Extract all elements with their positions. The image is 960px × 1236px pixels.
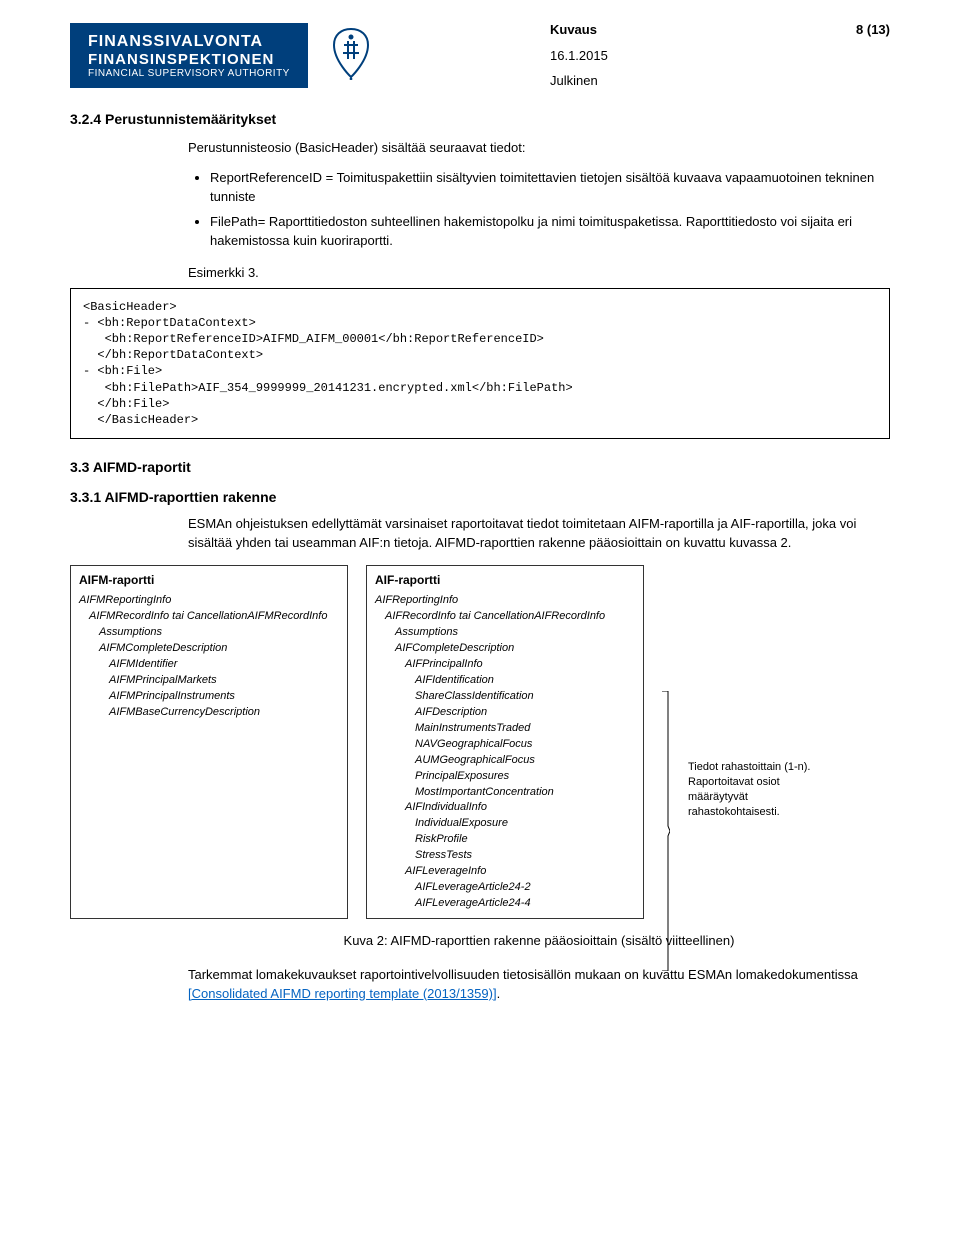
section-3-3-heading: 3.3 AIFMD-raportit — [70, 459, 890, 475]
diagram-item: AIFReportingInfo — [375, 593, 635, 609]
diagram-side-note: Tiedot rahastoittain (1-n). Raportoitava… — [688, 760, 828, 819]
diagram-item: AIFIdentification — [375, 673, 635, 689]
logo-line-1: FINANSSIVALVONTA — [88, 33, 290, 51]
diagram-item: MainInstrumentsTraded — [375, 721, 635, 737]
footer-para: Tarkemmat lomakekuvaukset raportointivel… — [188, 966, 890, 1004]
diagram-item: AIFMIdentifier — [79, 657, 339, 673]
meta-kuvaus: Kuvaus — [550, 20, 597, 40]
diagram-item: AIFMCompleteDescription — [79, 641, 339, 657]
s324-intro: Perustunnisteosio (BasicHeader) sisältää… — [188, 139, 890, 158]
diagram-item: AIFCompleteDescription — [375, 641, 635, 657]
diagram-item: AIFLeverageInfo — [375, 864, 635, 880]
bracket-icon — [662, 591, 670, 919]
doc-meta: Kuvaus 8 (13) 16.1.2015 Julkinen — [550, 20, 890, 91]
diagram-item: AIFMPrincipalMarkets — [79, 673, 339, 689]
diagram-item: IndividualExposure — [375, 816, 635, 832]
diagram-item: Assumptions — [375, 625, 635, 641]
logo-line-3: FINANCIAL SUPERVISORY AUTHORITY — [88, 68, 290, 80]
diagram-item: Assumptions — [79, 625, 339, 641]
diagram-item: AIFMBaseCurrencyDescription — [79, 705, 339, 721]
s324-bullet-1: ReportReferenceID = Toimituspakettiin si… — [210, 169, 890, 207]
diagram-item: AIFMPrincipalInstruments — [79, 689, 339, 705]
figure-2-caption: Kuva 2: AIFMD-raporttien rakenne pääosio… — [188, 933, 890, 948]
section-3-2-4-heading: 3.2.4 Perustunnistemääritykset — [70, 111, 890, 127]
footer-text-after: . — [497, 986, 501, 1001]
diagram-item: AIFMRecordInfo tai CancellationAIFMRecor… — [79, 609, 339, 625]
diagram-item: AIFDescription — [375, 705, 635, 721]
aifm-title: AIFM-raportti — [79, 572, 339, 589]
esma-template-link[interactable]: [Consolidated AIFMD reporting template (… — [188, 986, 497, 1001]
diagram-item: AIFMReportingInfo — [79, 593, 339, 609]
s324-bullets: ReportReferenceID = Toimituspakettiin si… — [188, 169, 890, 250]
diagram-item: MostImportantConcentration — [375, 785, 635, 801]
diagram: AIFM-raportti AIFMReportingInfo AIFMReco… — [70, 565, 890, 919]
logo: FINANSSIVALVONTA FINANSINSPEKTIONEN FINA… — [70, 23, 308, 88]
diagram-item: AIFIndividualInfo — [375, 800, 635, 816]
example-3-label: Esimerkki 3. — [188, 265, 890, 280]
diagram-item: AIFLeverageArticle24-2 — [375, 880, 635, 896]
basicheader-code-example: <BasicHeader> - <bh:ReportDataContext> <… — [70, 288, 890, 440]
diagram-item: PrincipalExposures — [375, 769, 635, 785]
diagram-item: AIFPrincipalInfo — [375, 657, 635, 673]
diagram-item: NAVGeographicalFocus — [375, 737, 635, 753]
meta-julkinen: Julkinen — [550, 71, 890, 91]
meta-page: 8 (13) — [856, 20, 890, 40]
aifm-report-box: AIFM-raportti AIFMReportingInfo AIFMReco… — [70, 565, 348, 919]
diagram-item: RiskProfile — [375, 832, 635, 848]
s331-para: ESMAn ohjeistuksen edellyttämät varsinai… — [188, 515, 890, 553]
meta-date: 16.1.2015 — [550, 46, 890, 66]
footer-text-before: Tarkemmat lomakekuvaukset raportointivel… — [188, 967, 858, 982]
logo-line-2: FINANSINSPEKTIONEN — [88, 51, 290, 68]
aif-title: AIF-raportti — [375, 572, 635, 589]
aif-report-box: AIF-raportti AIFReportingInfo AIFRecordI… — [366, 565, 644, 919]
crest-icon — [326, 27, 376, 83]
diagram-item: ShareClassIdentification — [375, 689, 635, 705]
section-3-3-1-heading: 3.3.1 AIFMD-raporttien rakenne — [70, 489, 890, 505]
s324-bullet-2: FilePath= Raporttitiedoston suhteellinen… — [210, 213, 890, 251]
document-header: FINANSSIVALVONTA FINANSINSPEKTIONEN FINA… — [70, 20, 890, 91]
diagram-item: StressTests — [375, 848, 635, 864]
diagram-item: AUMGeographicalFocus — [375, 753, 635, 769]
diagram-item: AIFRecordInfo tai CancellationAIFRecordI… — [375, 609, 635, 625]
diagram-item: AIFLeverageArticle24-4 — [375, 896, 635, 912]
